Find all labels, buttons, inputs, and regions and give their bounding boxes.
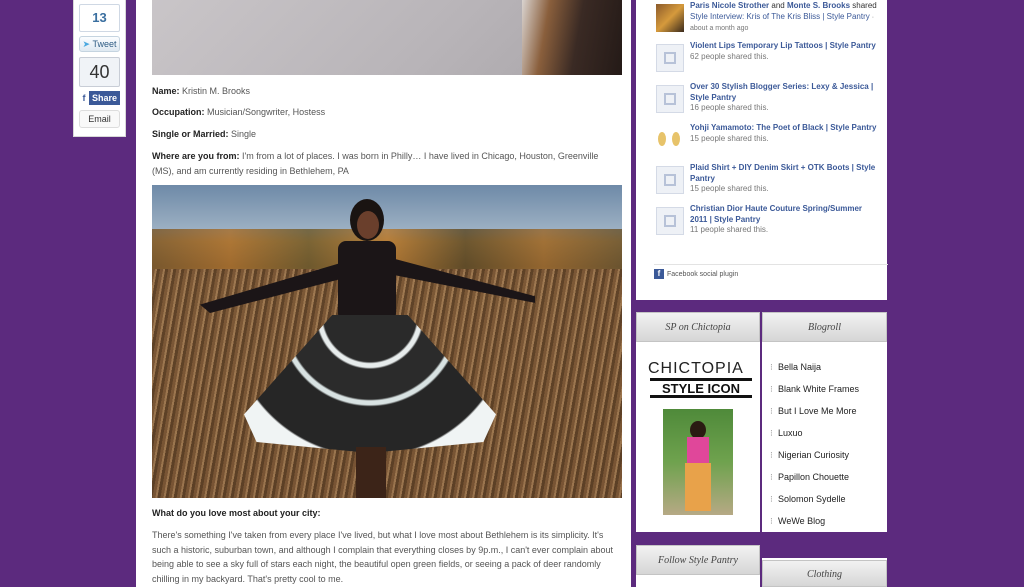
bullet-icon: ⁝ [770,472,773,482]
blogroll-link[interactable]: But I Love Me More [778,406,857,416]
field-label: Single or Married: [152,129,229,139]
article-column: Name: Kristin M. Brooks Occupation: Musi… [136,0,631,587]
chictopia-panel: CHICTOPIA STYLE ICON [636,342,760,532]
photo-top [687,437,709,463]
article-link[interactable]: Style Interview: Kris of The Kris Bliss … [690,12,870,21]
activity-text: Plaid Shirt + DIY Denim Skirt + OTK Boot… [690,163,880,195]
email-button[interactable]: Email [79,110,120,128]
blogroll-link[interactable]: Luxuo [778,428,803,438]
blogroll-link[interactable]: Blank White Frames [778,384,859,394]
photo-face [357,211,379,239]
facebook-activity-widget: Paris Nicole Strother and Monte S. Brook… [636,0,888,300]
share-label: Share [92,93,118,103]
tab-follow-style-pantry[interactable]: Follow Style Pantry [636,545,760,575]
tweet-count: 13 [79,4,120,32]
twitter-bird-icon: ➤ [82,39,91,49]
share-count-text: 15 people shared this. [690,184,769,193]
article-link[interactable]: Over 30 Stylish Blogger Series: Lexy & J… [690,82,873,102]
activity-text: Yohji Yamamoto: The Poet of Black | Styl… [690,123,880,144]
bullet-icon: ⁝ [770,384,773,394]
earrings-thumbnail [656,126,684,154]
field-occupation: Occupation: Musician/Songwriter, Hostess [152,105,612,120]
article-photo [152,185,622,498]
tweet-label: Tweet [92,39,117,49]
article-link[interactable]: Yohji Yamamoto: The Poet of Black | Styl… [690,123,876,132]
blogroll-link[interactable]: Solomon Sydelle [778,494,846,504]
photo-legs [356,447,386,498]
blogroll-item[interactable]: ⁝ But I Love Me More [770,406,857,417]
bullet-icon: ⁝ [770,362,773,372]
chictopia-photo[interactable] [663,409,733,515]
blogroll-link[interactable]: Nigerian Curiosity [778,450,849,460]
bullet-icon: ⁝ [770,406,773,416]
photo-skirt [685,463,711,511]
field-value: Single [231,129,257,139]
style-icon-banner: STYLE ICON [650,378,752,398]
photo-torso [338,241,396,321]
page-thumbnail-icon [656,166,684,194]
bullet-icon: ⁝ [770,516,773,526]
share-count-text: 11 people shared this. [690,225,769,234]
chictopia-logo[interactable]: CHICTOPIA [648,360,744,378]
field-label: Where are you from: [152,151,240,161]
blogroll-item[interactable]: ⁝ Luxuo [770,428,803,439]
page-thumbnail-icon [656,44,684,72]
interview-question: What do you love most about your city: [152,508,321,518]
activity-text: Over 30 Stylish Blogger Series: Lexy & J… [690,82,880,114]
field-status: Single or Married: Single [152,127,612,142]
tab-clothing[interactable]: Clothing [762,560,887,587]
blogroll-item[interactable]: ⁝ Blank White Frames [770,384,859,395]
plugin-label: Facebook social plugin [667,271,739,278]
field-value: Kristin M. Brooks [182,86,251,96]
share-count: 40 [79,57,120,87]
activity-text: Violent Lips Temporary Lip Tattoos | Sty… [690,41,880,62]
blogroll-item[interactable]: ⁝ Bella Naija [770,362,821,373]
tab-blogroll[interactable]: Blogroll [762,312,887,342]
and-text: and [769,1,787,10]
field-label: Occupation: [152,107,205,117]
article-link[interactable]: Violent Lips Temporary Lip Tattoos | Sty… [690,41,876,50]
blogroll-link[interactable]: Bella Naija [778,362,821,372]
blogroll-item[interactable]: ⁝ Nigerian Curiosity [770,450,849,461]
page-thumbnail-icon [656,207,684,235]
field-name: Name: Kristin M. Brooks [152,84,612,99]
share-bar: 13 ➤ Tweet 40 f Share Email [73,0,126,137]
field-value: Musician/Songwriter, Hostess [207,107,326,117]
article-link[interactable]: Christian Dior Haute Couture Spring/Summ… [690,204,862,224]
facebook-f-icon: f [654,269,664,279]
blogroll-item[interactable]: ⁝ Solomon Sydelle [770,494,846,505]
facebook-share-button[interactable]: f Share [79,91,120,105]
blogroll-link[interactable]: WeWe Blog [778,516,825,526]
bullet-icon: ⁝ [770,428,773,438]
share-count-text: 62 people shared this. [690,51,769,61]
user-link[interactable]: Paris Nicole Strother [690,1,769,10]
user-avatar[interactable] [656,4,684,32]
interview-answer: There's something I've taken from every … [152,530,613,584]
field-hometown: Where are you from: I'm from a lot of pl… [152,149,612,179]
tweet-button[interactable]: ➤ Tweet [79,36,120,52]
tab-sp-on-chictopia[interactable]: SP on Chictopia [636,312,760,342]
bullet-icon: ⁝ [770,450,773,460]
book-image [522,0,622,75]
activity-text: Paris Nicole Strother and Monte S. Brook… [690,1,880,35]
field-label: Name: [152,86,180,96]
page-thumbnail-icon [656,85,684,113]
activity-text: Christian Dior Haute Couture Spring/Summ… [690,204,880,236]
facebook-f-icon: f [79,91,89,105]
article-top-image [152,0,622,75]
share-count-text: 16 people shared this. [690,103,769,112]
blogroll-panel: ⁝ Bella Naija ⁝ Blank White Frames ⁝ But I … [762,342,887,532]
blogroll-link[interactable]: Papillon Chouette [778,472,849,482]
user-link[interactable]: Monte S. Brooks [787,1,850,10]
shared-text: shared [850,1,877,10]
blogroll-item[interactable]: ⁝ Papillon Chouette [770,472,849,483]
facebook-social-plugin[interactable]: f Facebook social plugin [654,264,888,279]
article-link[interactable]: Plaid Shirt + DIY Denim Skirt + OTK Boot… [690,163,875,183]
bullet-icon: ⁝ [770,494,773,504]
share-count-text: 15 people shared this. [690,133,769,143]
blogroll-item[interactable]: ⁝ WeWe Blog [770,516,825,527]
